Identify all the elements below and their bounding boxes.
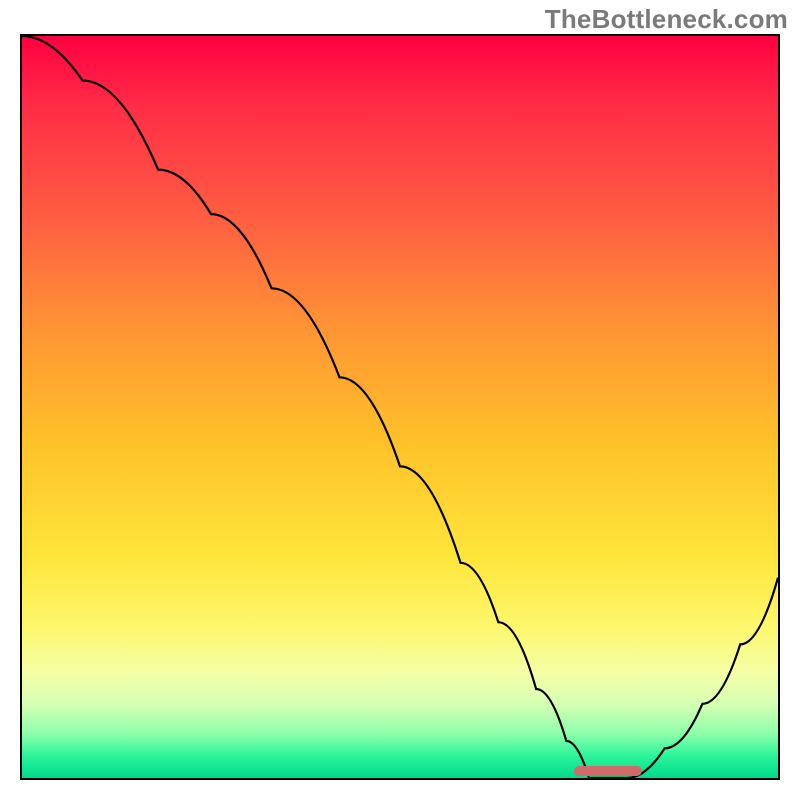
chart-frame: TheBottleneck.com — [0, 0, 800, 800]
watermark-text: TheBottleneck.com — [545, 4, 788, 35]
chart-overlay — [22, 36, 778, 778]
bottleneck-curve — [22, 36, 778, 778]
optimal-range-marker — [574, 766, 642, 776]
plot-area — [20, 34, 780, 780]
